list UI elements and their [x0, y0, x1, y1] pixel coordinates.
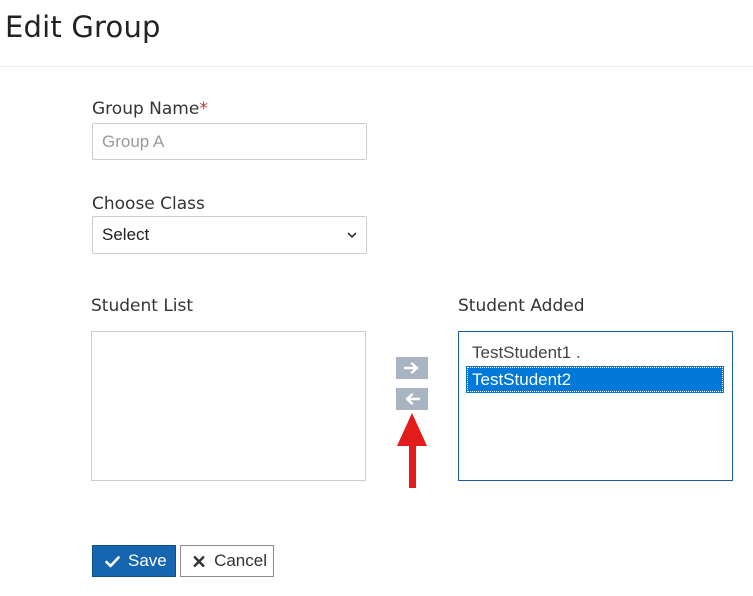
student-added-box[interactable]: TestStudent1 . TestStudent2: [458, 331, 733, 481]
arrow-left-icon: [405, 393, 420, 405]
group-name-label-text: Group Name: [92, 99, 200, 119]
arrow-right-icon: [404, 362, 419, 374]
move-left-button[interactable]: [396, 388, 428, 410]
group-name-input[interactable]: [92, 123, 367, 160]
student-list-label: Student List: [91, 296, 194, 316]
close-icon: [193, 555, 205, 567]
page-title: Edit Group: [5, 10, 161, 44]
chevron-down-icon: [347, 232, 357, 239]
group-name-label: Group Name*: [92, 99, 208, 119]
choose-class-label: Choose Class: [92, 194, 205, 214]
move-right-button[interactable]: [396, 357, 428, 379]
annotation-arrow-icon: [397, 413, 427, 488]
required-mark: *: [199, 99, 208, 119]
choose-class-select[interactable]: Select: [92, 216, 367, 254]
save-button[interactable]: Save: [92, 545, 176, 577]
title-divider: [0, 66, 753, 67]
save-button-label: Save: [128, 551, 167, 570]
cancel-button[interactable]: Cancel: [180, 545, 274, 577]
student-list-box[interactable]: [91, 331, 366, 481]
cancel-button-label: Cancel: [214, 551, 267, 570]
student-option-teststudent1[interactable]: TestStudent1 .: [466, 339, 724, 366]
student-option-teststudent2[interactable]: TestStudent2: [466, 366, 724, 393]
check-icon: [105, 555, 120, 567]
student-added-label: Student Added: [458, 296, 585, 316]
choose-class-selected-value: Select: [102, 225, 150, 244]
